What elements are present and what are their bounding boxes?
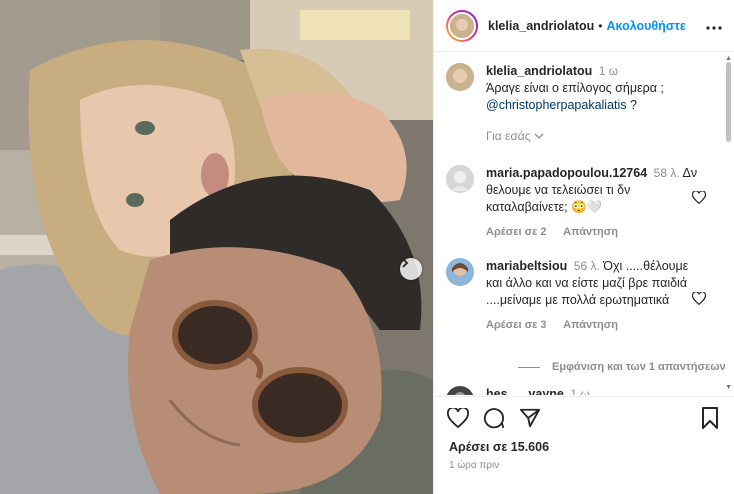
- caption-username[interactable]: klelia_andriolatou: [486, 64, 592, 78]
- caption-mention-suffix: ?: [626, 98, 637, 112]
- comment-item: mariabeltsiou 56 λ. Όχι .....θέλουμε και…: [446, 258, 716, 334]
- comment-likes[interactable]: Αρέσει σε 2: [486, 226, 547, 238]
- post-photo[interactable]: [0, 0, 433, 494]
- caption-time: 1 ω: [598, 64, 619, 78]
- header-avatar[interactable]: [446, 9, 478, 42]
- save-button[interactable]: [698, 406, 722, 432]
- comments-list[interactable]: klelia_andriolatou 1 ω Άραγε είναι ο επί…: [434, 53, 734, 395]
- reply-button[interactable]: Απάντηση: [563, 226, 618, 238]
- caption-avatar[interactable]: [446, 63, 474, 91]
- for-you-toggle[interactable]: Για εσάς: [486, 128, 664, 145]
- header-separator: •: [598, 18, 603, 33]
- post-time-ago: 1 ώρα πριν: [449, 460, 500, 471]
- caption-mention[interactable]: @christopherpapakaliatis: [486, 98, 627, 112]
- next-photo-button[interactable]: [400, 258, 422, 280]
- like-comment-button[interactable]: [691, 190, 707, 207]
- heart-icon: [691, 190, 707, 207]
- scrollbar-thumb[interactable]: [726, 62, 731, 142]
- comment-item: maria.papadopoulou.12764 58 λ. Δν θελουμ…: [446, 165, 716, 241]
- share-button[interactable]: [518, 407, 542, 431]
- comment-username[interactable]: maria.papadopoulou.12764: [486, 166, 647, 180]
- like-comment-button[interactable]: [691, 291, 707, 308]
- scroll-up-arrow[interactable]: ▲: [725, 55, 732, 62]
- post-header: klelia_andriolatou • Ακολουθήστε: [434, 0, 734, 52]
- header-username[interactable]: klelia_andriolatou: [488, 19, 594, 33]
- comment-time: 56 λ.: [573, 259, 600, 273]
- more-options-button[interactable]: [704, 16, 724, 36]
- follow-button[interactable]: Ακολουθήστε: [606, 19, 685, 33]
- scroll-down-arrow[interactable]: ▼: [725, 384, 732, 391]
- like-button[interactable]: [446, 406, 470, 431]
- chevron-down-icon: [534, 129, 544, 143]
- photo-illustration: [0, 0, 433, 494]
- more-icon: [706, 19, 722, 33]
- post-sidebar: klelia_andriolatou • Ακολουθήστε klelia_…: [433, 0, 734, 494]
- caption-text: Άραγε είναι ο επίλογος σήμερα ;: [486, 81, 664, 95]
- bookmark-icon: [701, 406, 719, 432]
- post-actions: Αρέσει σε 15.606 1 ώρα πριν: [434, 396, 734, 494]
- replies-line: [518, 366, 540, 368]
- comment-username[interactable]: mariabeltsiou: [486, 259, 567, 273]
- comment-avatar[interactable]: [446, 165, 474, 193]
- for-you-label: Για εσάς: [486, 129, 531, 143]
- caption: klelia_andriolatou 1 ω Άραγε είναι ο επί…: [446, 63, 716, 145]
- heart-icon: [447, 406, 469, 431]
- comment-time: 58 λ.: [653, 166, 680, 180]
- comment-icon: [483, 407, 505, 432]
- likes-count[interactable]: Αρέσει σε 15.606: [434, 440, 734, 454]
- comment-item-partial: hes___vayne 1 ω: [446, 386, 716, 395]
- comment-username[interactable]: hes___vayne: [486, 387, 564, 395]
- comment-likes[interactable]: Αρέσει σε 3: [486, 319, 547, 331]
- comment-avatar[interactable]: [446, 258, 474, 286]
- heart-icon: [691, 291, 707, 308]
- view-replies-button[interactable]: Εμφάνιση και των 1 απαντήσεων: [518, 361, 726, 373]
- share-icon: [519, 407, 541, 432]
- view-replies-label: Εμφάνιση και των 1 απαντήσεων: [552, 361, 726, 373]
- comment-time: 1 ω: [570, 387, 590, 395]
- reply-button[interactable]: Απάντηση: [563, 319, 618, 331]
- comment-avatar[interactable]: [446, 386, 474, 395]
- comment-button[interactable]: [482, 407, 506, 431]
